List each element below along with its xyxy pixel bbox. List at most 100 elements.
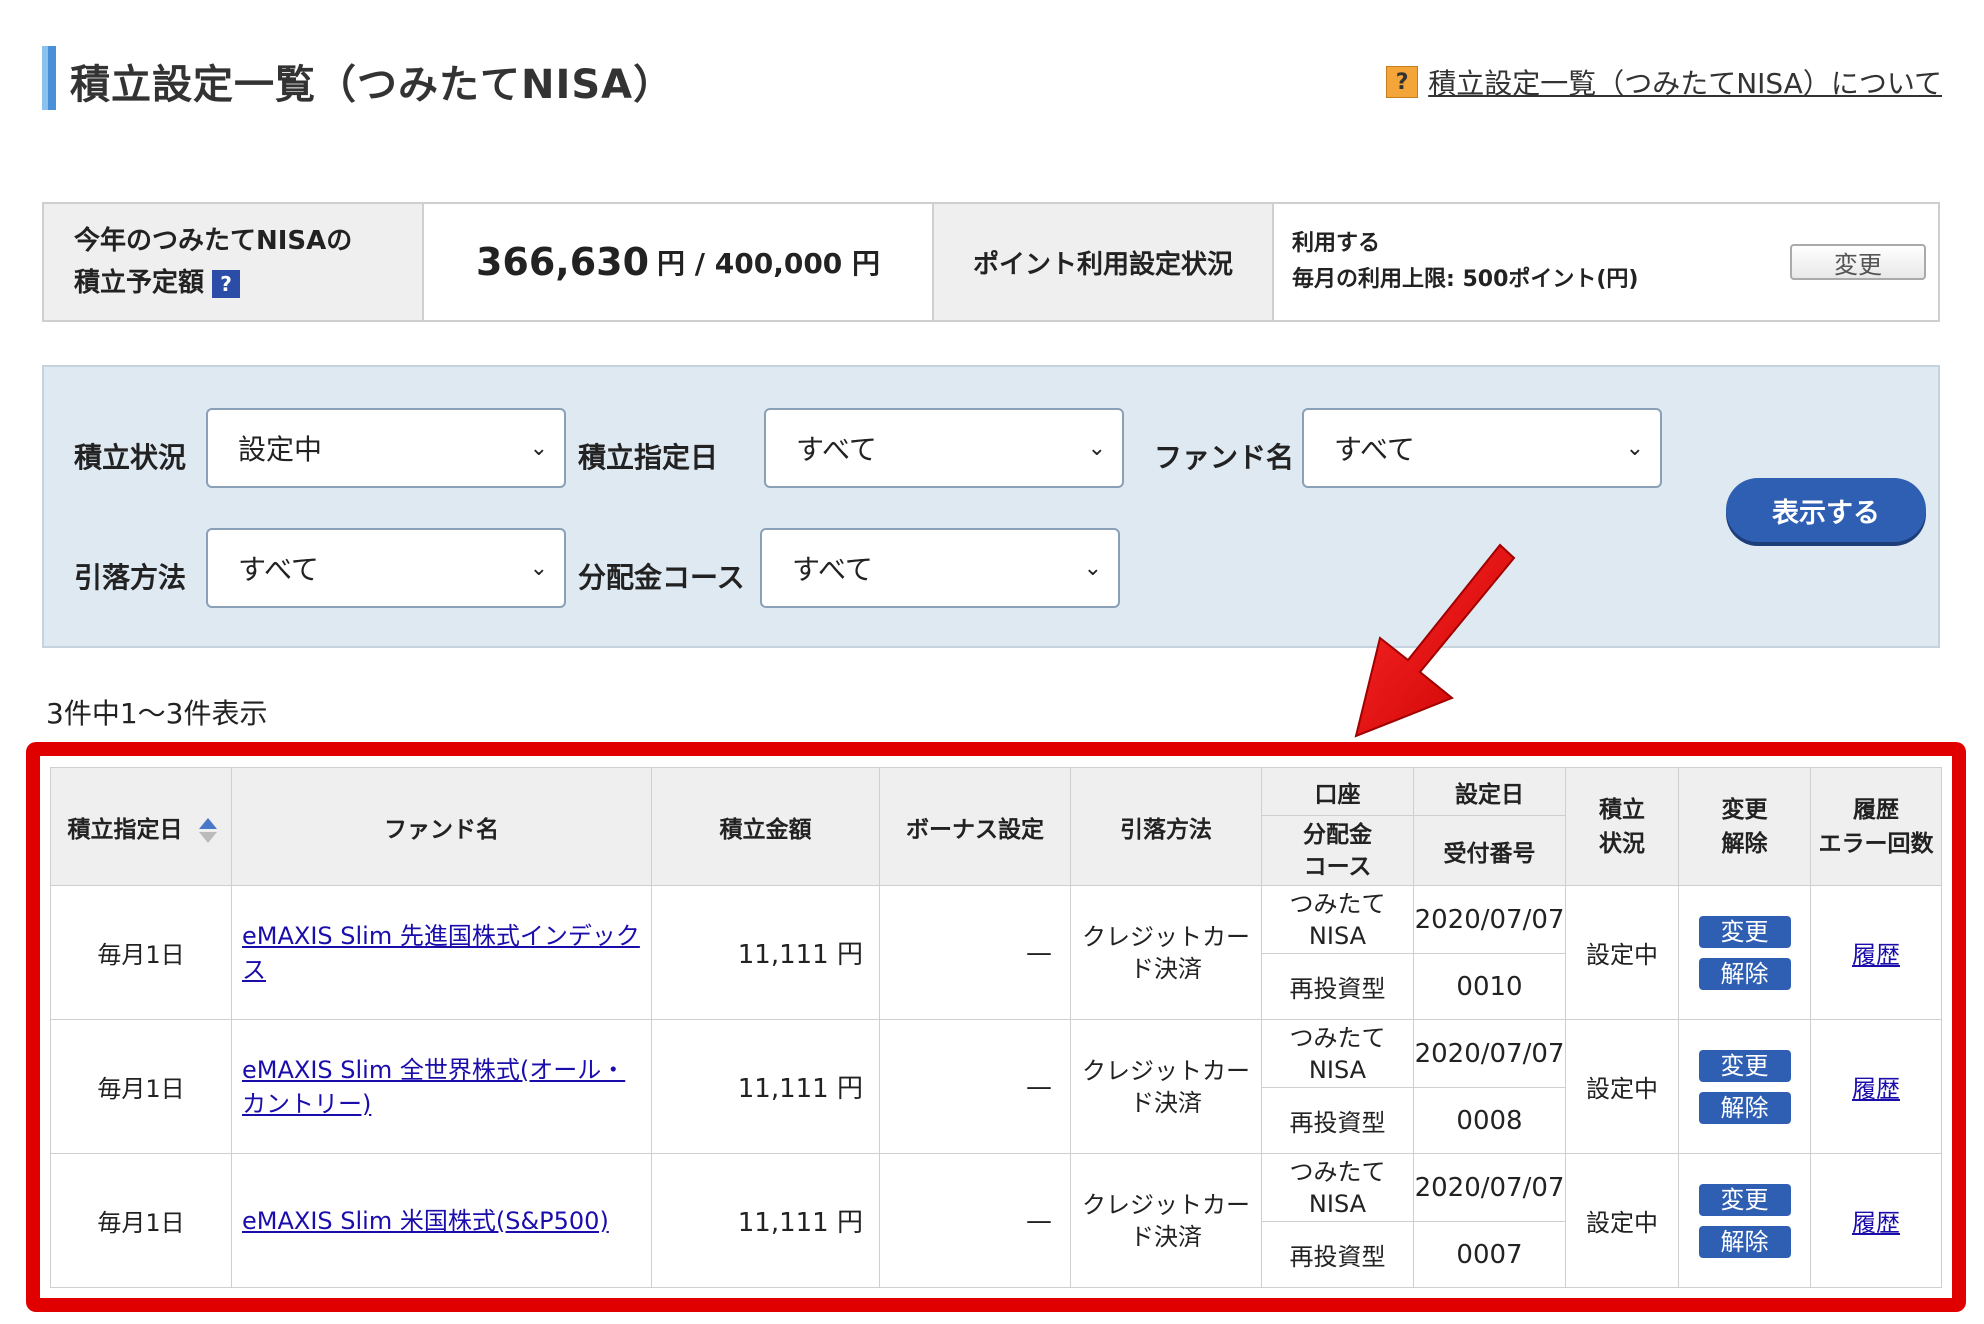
row-account-line1: つみたて xyxy=(1289,889,1386,918)
history-link[interactable]: 履歴 xyxy=(1852,1209,1900,1237)
chevron-down-icon: ⌄ xyxy=(529,436,548,461)
table-row: 毎月1日 eMAXIS Slim 米国株式(S&P500) 11,111 円 —… xyxy=(50,1153,1942,1288)
chevron-down-icon: ⌄ xyxy=(1083,556,1102,581)
planned-amount-unit: 円 / 400,000 円 xyxy=(657,247,881,280)
header-history: 履歴 エラー回数 xyxy=(1810,767,1942,886)
header-history-line1: 履歴 xyxy=(1853,796,1899,823)
row-setdate: 2020/07/07 xyxy=(1413,885,1566,954)
annual-plan-label-line2: 積立予定額 xyxy=(74,268,205,298)
status-filter-value: 設定中 xyxy=(238,433,323,466)
row-history: 履歴 xyxy=(1810,1153,1942,1288)
fund-link[interactable]: eMAXIS Slim 先進国株式インデックス xyxy=(231,885,652,1020)
row-course: 再投資型 xyxy=(1261,953,1414,1020)
annual-plan-amount: 366,630 円 / 400,000 円 xyxy=(424,204,934,320)
row-account: つみたて NISA xyxy=(1261,885,1414,954)
page-title: 積立設定一覧（つみたてNISA） xyxy=(70,62,675,108)
status-filter-select[interactable]: 設定中 ⌄ xyxy=(206,408,566,488)
row-account: つみたて NISA xyxy=(1261,1153,1414,1222)
header-method: 引落方法 xyxy=(1070,767,1262,886)
row-amount: 11,111 円 xyxy=(651,1153,880,1288)
fund-filter-select[interactable]: すべて ⌄ xyxy=(1302,408,1662,488)
course-filter-label: 分配金コース xyxy=(578,561,745,594)
row-actions: 変更 解除 xyxy=(1678,1153,1811,1288)
show-button[interactable]: 表示する xyxy=(1726,478,1926,542)
header-account: 口座 xyxy=(1261,767,1414,816)
header-receipt: 受付番号 xyxy=(1413,815,1566,886)
point-change-button[interactable]: 変更 xyxy=(1790,244,1926,280)
chevron-down-icon: ⌄ xyxy=(529,556,548,581)
help-link[interactable]: ? 積立設定一覧（つみたてNISA）について xyxy=(1386,62,1942,102)
row-receipt: 0010 xyxy=(1413,953,1566,1020)
header-date-label: 積立指定日 xyxy=(67,816,183,843)
history-link[interactable]: 履歴 xyxy=(1852,1075,1900,1103)
header-fund: ファンド名 xyxy=(231,767,652,886)
change-button[interactable]: 変更 xyxy=(1698,915,1791,948)
header-change-line2: 解除 xyxy=(1721,830,1768,857)
annual-plan-label-line1: 今年のつみたてNISAの xyxy=(74,226,353,256)
fund-filter-value: すべて xyxy=(1334,433,1415,466)
point-setting-label: ポイント利用設定状況 xyxy=(934,204,1274,320)
course-filter-select[interactable]: すべて ⌄ xyxy=(760,528,1120,608)
settings-table: 積立指定日 ファンド名 積立金額 ボーナス設定 引落方法 口座 設定日 積立 状… xyxy=(50,767,1942,1288)
row-bonus: — xyxy=(879,885,1071,1020)
row-course: 再投資型 xyxy=(1261,1221,1414,1288)
row-account-line2: NISA xyxy=(1308,921,1367,950)
header-change-line1: 変更 xyxy=(1721,796,1768,823)
row-date: 毎月1日 xyxy=(50,1153,232,1288)
header-date[interactable]: 積立指定日 xyxy=(50,767,232,886)
row-bonus: — xyxy=(879,1153,1071,1288)
date-filter-value: すべて xyxy=(796,433,877,466)
planned-amount: 366,630 xyxy=(475,240,650,284)
change-button[interactable]: 変更 xyxy=(1698,1049,1791,1082)
sort-icon[interactable] xyxy=(198,817,217,843)
row-status: 設定中 xyxy=(1565,1019,1679,1154)
fund-link[interactable]: eMAXIS Slim 全世界株式(オール・カントリー) xyxy=(231,1019,652,1154)
row-status: 設定中 xyxy=(1565,885,1679,1020)
row-date: 毎月1日 xyxy=(50,885,232,1020)
header-setdate: 設定日 xyxy=(1413,767,1566,816)
help-icon: ? xyxy=(1386,66,1419,98)
fund-filter-label: ファンド名 xyxy=(1154,441,1295,474)
row-receipt: 0008 xyxy=(1413,1087,1566,1154)
header-course: 分配金 コース xyxy=(1261,815,1414,886)
summary-panel: 今年のつみたてNISAの 積立予定額? 366,630 円 / 400,000 … xyxy=(42,202,1940,322)
question-icon[interactable]: ? xyxy=(212,269,241,298)
status-filter-label: 積立状況 xyxy=(74,441,187,474)
table-row: 毎月1日 eMAXIS Slim 全世界株式(オール・カントリー) 11,111… xyxy=(50,1019,1942,1154)
row-account-line1: つみたて xyxy=(1289,1023,1386,1052)
row-setdate: 2020/07/07 xyxy=(1413,1019,1566,1088)
header-history-line2: エラー回数 xyxy=(1818,830,1934,857)
row-course: 再投資型 xyxy=(1261,1087,1414,1154)
row-amount: 11,111 円 xyxy=(651,885,880,1020)
method-filter-value: すべて xyxy=(238,553,319,586)
date-filter-label: 積立指定日 xyxy=(578,441,719,474)
row-account-line1: つみたて xyxy=(1289,1157,1386,1186)
fund-link[interactable]: eMAXIS Slim 米国株式(S&P500) xyxy=(231,1153,652,1288)
table-row: 毎月1日 eMAXIS Slim 先進国株式インデックス 11,111 円 — … xyxy=(50,885,1942,1020)
point-status: 利用する xyxy=(1292,231,1381,256)
method-filter-label: 引落方法 xyxy=(74,561,187,594)
history-link[interactable]: 履歴 xyxy=(1852,941,1900,969)
header-course-line1: 分配金 xyxy=(1303,821,1372,848)
row-account: つみたて NISA xyxy=(1261,1019,1414,1088)
date-filter-select[interactable]: すべて ⌄ xyxy=(764,408,1124,488)
row-method: クレジットカード決済 xyxy=(1070,885,1262,1020)
header-bonus: ボーナス設定 xyxy=(879,767,1071,886)
header-course-line2: コース xyxy=(1303,853,1372,880)
header-status-line1: 積立 xyxy=(1599,796,1645,823)
change-button[interactable]: 変更 xyxy=(1698,1183,1791,1216)
method-filter-select[interactable]: すべて ⌄ xyxy=(206,528,566,608)
header-status: 積立 状況 xyxy=(1565,767,1679,886)
cancel-button[interactable]: 解除 xyxy=(1698,1225,1791,1258)
cancel-button[interactable]: 解除 xyxy=(1698,1091,1791,1124)
row-receipt: 0007 xyxy=(1413,1221,1566,1288)
row-history: 履歴 xyxy=(1810,1019,1942,1154)
row-account-line2: NISA xyxy=(1308,1189,1367,1218)
filter-panel: 積立状況 設定中 ⌄ 積立指定日 すべて ⌄ ファンド名 すべて ⌄ 引落方法 … xyxy=(42,365,1940,648)
header-status-line2: 状況 xyxy=(1599,830,1645,857)
row-actions: 変更 解除 xyxy=(1678,885,1811,1020)
cancel-button[interactable]: 解除 xyxy=(1698,957,1791,990)
help-link-text[interactable]: 積立設定一覧（つみたてNISA）について xyxy=(1428,62,1942,102)
annual-plan-label: 今年のつみたてNISAの 積立予定額? xyxy=(44,204,424,320)
header-change: 変更 解除 xyxy=(1678,767,1811,886)
